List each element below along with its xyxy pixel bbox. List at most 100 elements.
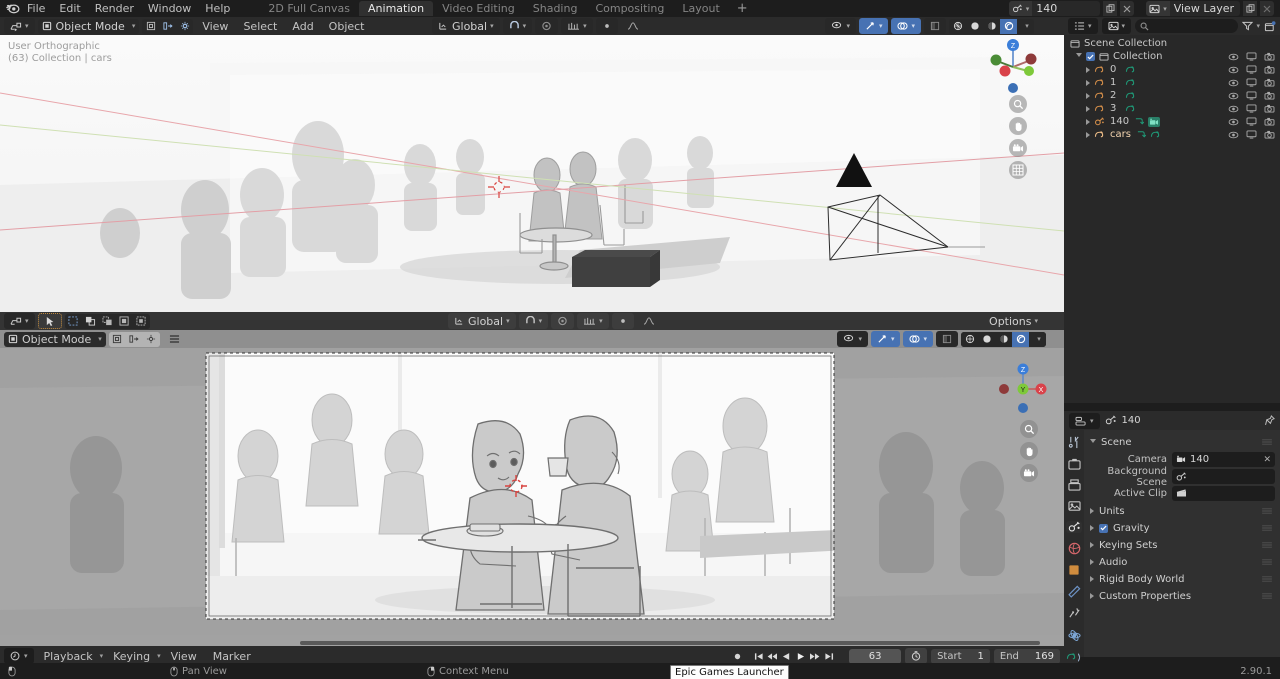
mesh-data-icon[interactable] [1125,65,1136,74]
snap-magnet-button-bottom[interactable]: ▾ [518,313,549,329]
proportional-falloff-curve-icon[interactable] [621,18,645,34]
pin-icon[interactable] [1265,415,1275,426]
tool-tab-icon[interactable] [1066,436,1082,449]
menu-file[interactable]: File [20,1,52,16]
outliner-row-object-0[interactable]: 0 [1064,63,1280,76]
disable-in-viewports-icon[interactable] [1246,78,1257,87]
frame-end-input[interactable]: End 169 [993,648,1060,664]
panel-custom-properties[interactable]: Custom Properties [1086,588,1278,604]
xray-toggle-top[interactable] [924,18,946,34]
navigation-gizmo-top[interactable]: Z [984,38,1042,96]
expander-icon[interactable] [1090,438,1096,446]
viewport-horizontal-scrollbar[interactable] [300,641,1040,645]
scene-tab-icon[interactable] [1066,521,1082,533]
solid-shading-icon[interactable] [966,18,983,34]
mesh-data-icon[interactable] [1125,91,1136,100]
navigation-gizmo-bottom[interactable]: Z Y X [994,360,1052,418]
viewport-3d-bottom[interactable]: Z Y X [0,348,1064,646]
panel-units[interactable]: Units [1086,503,1278,519]
disable-in-renders-icon[interactable] [1264,130,1275,139]
show-gizmo-icon-bottom[interactable] [125,331,143,347]
overlays-toggle-top[interactable]: ▾ [891,18,921,34]
tab-layout[interactable]: Layout [673,1,728,16]
play-icon[interactable] [794,649,807,663]
jump-end-icon[interactable] [822,649,835,663]
camera-view-icon-bottom[interactable] [1020,464,1038,482]
current-frame-input[interactable]: 63 [849,648,902,664]
properties-editor-type-icon[interactable]: ▾ [1069,412,1100,429]
viewport-menu-object[interactable]: Object [323,19,371,34]
viewport-menu-add[interactable]: Add [286,19,319,34]
disable-in-renders-icon[interactable] [1264,117,1275,126]
expander-icon[interactable] [1086,79,1090,86]
camera-view-icon[interactable] [1009,139,1027,157]
falloff-curve-icon-bottom[interactable] [637,313,661,329]
hide-in-viewport-icon[interactable] [1228,79,1239,87]
hide-in-viewport-icon[interactable] [1228,53,1239,61]
select-intersect-icon[interactable] [132,313,150,329]
editor-type-icon[interactable]: ▾ [4,18,35,34]
new-view-layer-button[interactable] [1243,1,1257,16]
menu-help[interactable]: Help [198,1,237,16]
object-snap-icon-bottom[interactable] [108,331,126,347]
expander-icon[interactable] [1090,508,1094,514]
panel-audio[interactable]: Audio [1086,554,1278,570]
expander-icon[interactable] [1090,525,1094,531]
mesh-data-icon[interactable] [1125,104,1136,113]
outliner-row-object-cars[interactable]: cars [1064,128,1280,141]
auto-keying-icon[interactable] [905,648,928,664]
editor-type-icon-bottom[interactable]: ▾ [4,313,35,329]
pan-hand-icon[interactable] [1009,117,1027,135]
expander-icon[interactable] [1086,105,1090,112]
prev-keyframe-icon[interactable] [766,649,779,663]
viewport-3d-top[interactable]: User Orthographic (63) Collection | cars… [0,35,1064,312]
options-button[interactable]: Options ▾ [983,313,1044,329]
disable-in-viewports-icon[interactable] [1246,117,1257,126]
shading-dropdown-top[interactable]: ▾ [1017,18,1034,34]
hide-in-viewport-icon[interactable] [1228,66,1239,74]
world-tab-icon[interactable] [1066,542,1082,555]
disable-in-viewports-icon[interactable] [1246,91,1257,100]
timeline-menu-marker[interactable]: Marker [207,649,257,664]
select-subtract-icon[interactable] [98,313,116,329]
proportional-editing-button-top[interactable] [535,18,559,34]
outliner-row-object-2[interactable]: 2 [1064,89,1280,102]
proportional-edit-icon[interactable] [176,18,194,34]
mesh-data-icon[interactable] [1150,130,1161,139]
toggle-orthographic-icon[interactable] [1009,161,1027,179]
viewport-menu-view[interactable]: View [196,19,234,34]
proportional-falloff-button-top[interactable]: ▾ [561,18,593,34]
panel-gravity[interactable]: Gravity [1086,520,1278,536]
disable-in-viewports-icon[interactable] [1246,104,1257,113]
tab-animation[interactable]: Animation [359,1,434,16]
hide-in-viewport-icon[interactable] [1228,105,1239,113]
panel-keying-sets[interactable]: Keying Sets [1086,537,1278,553]
rendered-shading-icon[interactable] [1000,18,1017,34]
visibility-selector-bottom[interactable]: ▾ [837,331,868,347]
visibility-selector-top[interactable]: ▾ [825,18,856,34]
show-gizmo-icon[interactable] [159,18,177,34]
gravity-checkbox[interactable] [1099,523,1108,533]
view-layer-selector[interactable]: ▾ View Layer [1146,1,1240,16]
timeline-editor-type-icon[interactable]: ▾ [4,648,34,664]
scene-selector[interactable]: ▾ 140 [1008,1,1101,16]
material-preview-shading-icon[interactable] [983,18,1000,34]
hide-in-viewport-icon[interactable] [1228,131,1239,139]
blender-logo-icon[interactable] [4,2,20,16]
transform-orientation-selector-top[interactable]: Global ▾ [432,18,500,34]
select-extend-icon[interactable] [81,313,99,329]
object-tab-icon[interactable] [1066,564,1082,576]
next-keyframe-icon[interactable] [808,649,821,663]
disable-in-viewports-icon[interactable] [1246,130,1257,139]
expander-icon[interactable] [1086,131,1090,138]
proportional-edit-icon-bottom[interactable] [142,331,160,347]
proportional-editing-button-bottom[interactable] [551,313,575,329]
expander-icon[interactable] [1090,542,1094,548]
render-tab-icon[interactable] [1066,458,1082,470]
tab-2d-full-canvas[interactable]: 2D Full Canvas [259,1,359,16]
tab-shading[interactable]: Shading [524,1,587,16]
tab-compositing[interactable]: Compositing [586,1,673,16]
scene-panel-header[interactable]: Scene [1086,434,1278,450]
modifier-tab-icon[interactable] [1066,585,1082,598]
outliner-row-object-3[interactable]: 3 [1064,102,1280,115]
